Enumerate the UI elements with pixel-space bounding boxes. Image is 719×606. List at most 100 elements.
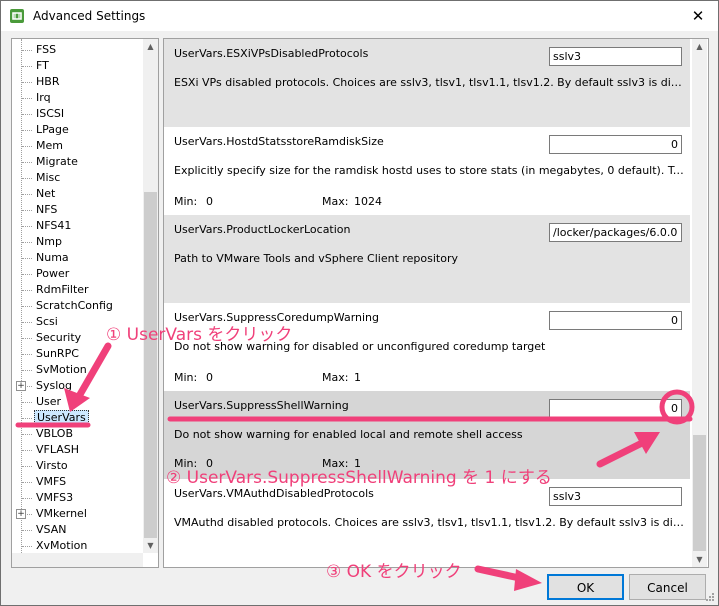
tree-item-label: Virsto [36, 459, 68, 472]
tree-item-label: ScratchConfig [36, 299, 113, 312]
setting-value-input[interactable] [549, 487, 682, 506]
tree-connector [22, 50, 32, 51]
step3-annotation: ③ OK をクリック [326, 562, 462, 582]
tree-connector [22, 338, 32, 339]
tree-item-label: LPage [36, 123, 69, 136]
setting-name: UserVars.VMAuthdDisabledProtocols [174, 487, 374, 500]
tree-connector [22, 82, 32, 83]
setting-max-label: Max: [322, 195, 349, 208]
tree-item-label: SunRPC [36, 347, 79, 360]
tree-item-label: VBLOB [36, 427, 74, 440]
tree-item-label: VMFS [36, 475, 67, 488]
tree-item-label: FT [36, 59, 49, 72]
tree-item-label: Nmp [36, 235, 62, 248]
setting-min-label: Min: [174, 195, 198, 208]
tree-connector [22, 226, 32, 227]
tree-connector [22, 114, 32, 115]
tree-connector [22, 402, 32, 403]
tree-connector [22, 530, 32, 531]
setting-name: UserVars.SuppressShellWarning [174, 399, 349, 412]
tree-connector [22, 242, 32, 243]
tree-item-label: User [36, 395, 62, 408]
setting-value-input[interactable] [549, 311, 682, 330]
tree-horizontal-scrollbar[interactable] [12, 553, 143, 567]
expand-plus-icon[interactable]: + [16, 509, 26, 519]
setting-min-label: Min: [174, 371, 198, 384]
setting-value-input[interactable] [549, 223, 682, 242]
tree-item-label: NFS [36, 203, 58, 216]
tree-connector [22, 130, 32, 131]
tree-connector [22, 258, 32, 259]
setting-value-input[interactable] [549, 399, 682, 418]
tree-connector [22, 162, 32, 163]
scroll-down-arrow-icon[interactable]: ▼ [143, 538, 158, 553]
scroll-up-arrow-icon[interactable]: ▲ [692, 39, 707, 54]
setting-max-value: 1024 [354, 195, 382, 208]
tree-item-label: Mem [36, 139, 63, 152]
scrollbar-thumb[interactable] [693, 435, 706, 551]
setting-row[interactable]: UserVars.ESXiVPsDisabledProtocols ESXi VP… [164, 39, 690, 127]
setting-row[interactable]: UserVars.SuppressCoredumpWarningDo not s… [164, 303, 690, 391]
tree-item-label: Irq [36, 91, 51, 104]
cancel-button[interactable]: Cancel [629, 574, 706, 600]
setting-description: ESXi VPs disabled protocols. Choices are… [174, 76, 684, 89]
setting-row[interactable]: UserVars.VMAuthdDisabledProtocols VMAuthd… [164, 479, 690, 567]
tree-item-label: UserVars [34, 410, 89, 426]
setting-min-value: 0 [206, 371, 213, 384]
tree-connector [22, 546, 32, 547]
tree-guide-line [21, 39, 22, 567]
setting-max-label: Max: [322, 371, 349, 384]
setting-value-input[interactable] [549, 47, 682, 66]
setting-name: UserVars.ProductLockerLocation [174, 223, 351, 236]
setting-min-value: 0 [206, 195, 213, 208]
scroll-down-arrow-icon[interactable]: ▼ [692, 552, 707, 567]
tree-item-label: VSAN [36, 523, 67, 536]
step1-annotation: ① UserVars をクリック [106, 325, 293, 345]
setting-name: UserVars.ESXiVPsDisabledProtocols [174, 47, 369, 60]
tree-connector [22, 354, 32, 355]
tree-item-label: Net [36, 187, 56, 200]
window-title: Advanced Settings [33, 9, 146, 23]
close-icon[interactable]: ✕ [688, 6, 708, 26]
title-bar[interactable]: Advanced Settings ✕ [1, 1, 718, 31]
tree-vertical-scrollbar[interactable]: ▲ ▼ [143, 39, 158, 553]
tree-item-label: Power [36, 267, 70, 280]
advanced-settings-window: Advanced Settings ✕ FSS FT HBR Irq ISCSI LPag… [0, 0, 719, 606]
scroll-up-arrow-icon[interactable]: ▲ [143, 39, 158, 54]
ok-button[interactable]: OK [547, 574, 624, 600]
tree-item-label: XvMotion [36, 539, 88, 552]
tree-item-label: SvMotion [36, 363, 87, 376]
tree-connector [22, 450, 32, 451]
tree-item-label: Migrate [36, 155, 78, 168]
tree-connector [22, 98, 32, 99]
tree-connector [22, 370, 32, 371]
setting-max-value: 1 [354, 371, 361, 384]
tree-connector [22, 66, 32, 67]
tree-connector [22, 498, 32, 499]
resize-grip-icon[interactable] [705, 592, 715, 602]
setting-description: Explicitly specify size for the ramdisk … [174, 164, 684, 177]
tree-connector [22, 434, 32, 435]
tree-connector [22, 322, 32, 323]
tree-connector [22, 290, 32, 291]
setting-value-input[interactable] [549, 135, 682, 154]
tree-item-label: NFS41 [36, 219, 72, 232]
vsphere-app-icon [10, 9, 24, 23]
step2-annotation: ② UserVars.SuppressShellWarning を 1 にする [166, 468, 552, 488]
settings-panel: UserVars.ESXiVPsDisabledProtocols ESXi VP… [163, 38, 709, 568]
tree-connector [22, 178, 32, 179]
tree-item-label: HBR [36, 75, 60, 88]
tree-item-label: VMFS3 [36, 491, 74, 504]
setting-description: Do not show warning for enabled local an… [174, 428, 523, 441]
tree-connector [22, 306, 32, 307]
tree-item-label: Syslog [36, 379, 72, 392]
tree-item-label: VFLASH [36, 443, 80, 456]
expand-plus-icon[interactable]: + [16, 381, 26, 391]
tree-item-label: Scsi [36, 315, 58, 328]
setting-row[interactable]: UserVars.ProductLockerLocation Path to VM… [164, 215, 690, 303]
tree-item-label: VMkernel [36, 507, 87, 520]
settings-vertical-scrollbar[interactable]: ▲ ▼ [692, 39, 707, 567]
scrollbar-thumb[interactable] [144, 192, 157, 538]
setting-row[interactable]: UserVars.HostdStatsstoreRamdiskSize Expli… [164, 127, 690, 215]
tree-item-label: Security [36, 331, 82, 344]
